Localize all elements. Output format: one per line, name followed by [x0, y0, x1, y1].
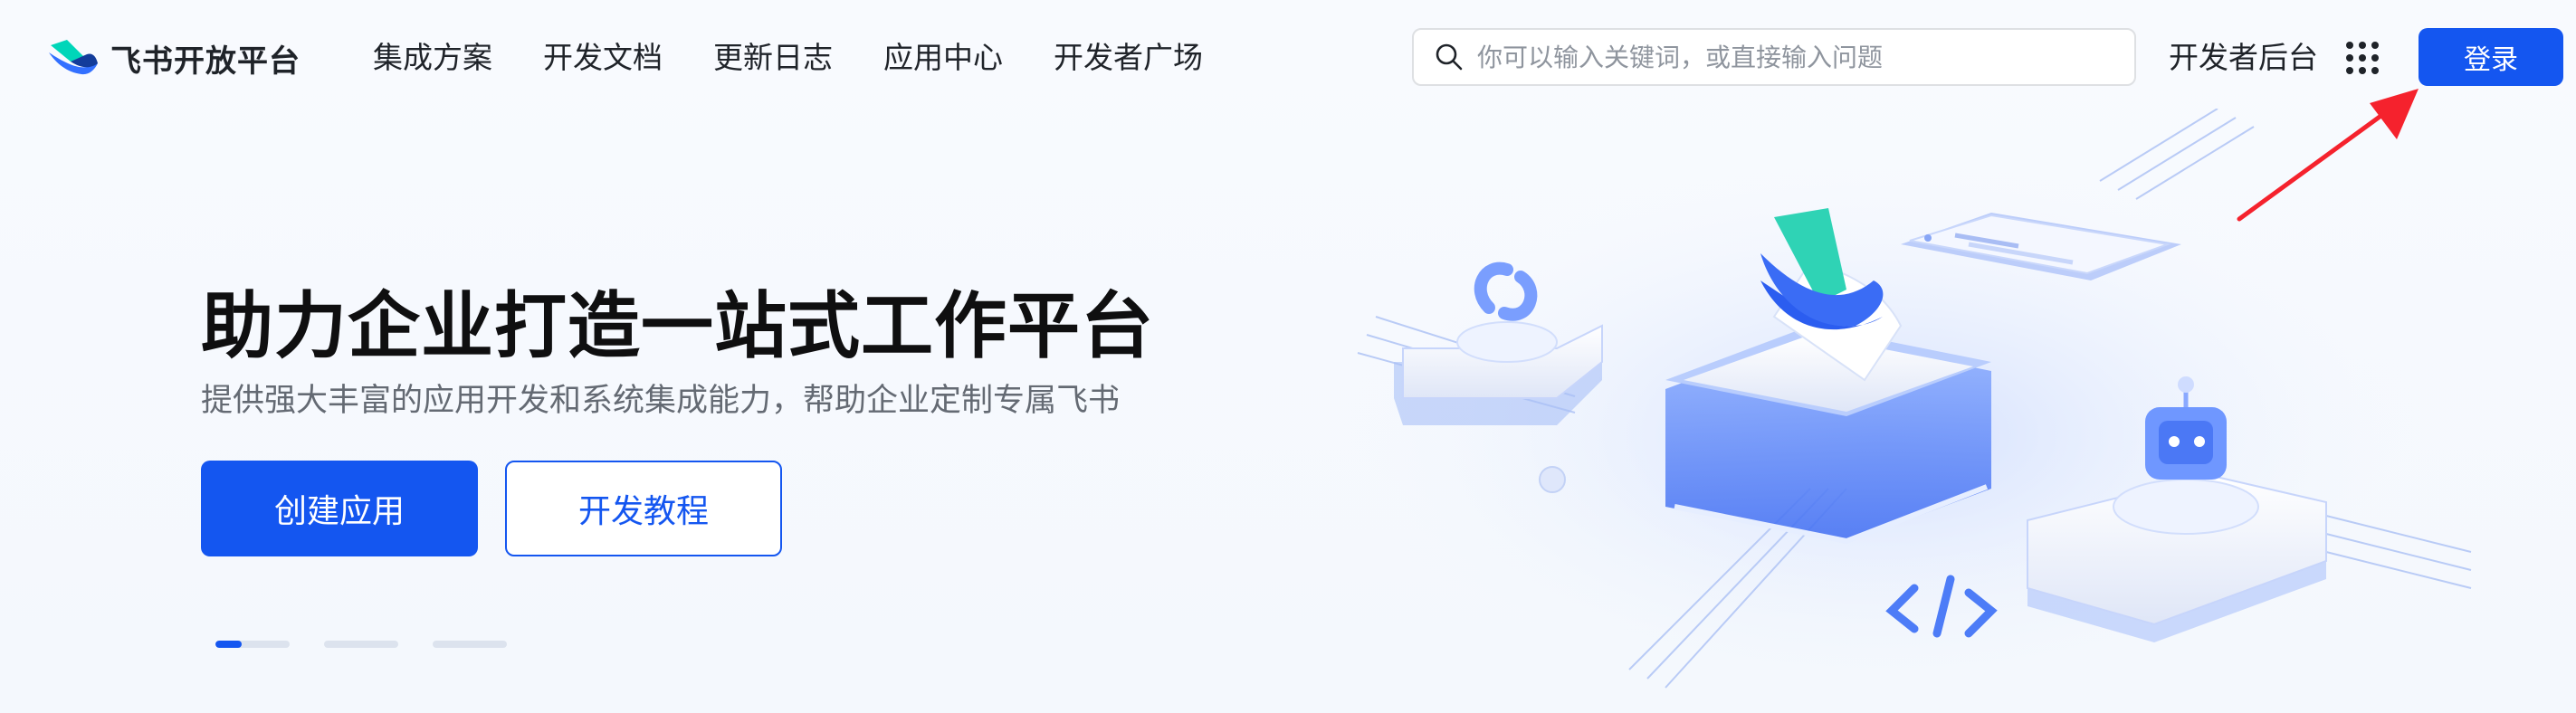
dev-backend-link[interactable]: 开发者后台: [2169, 36, 2318, 80]
grid-apps-icon[interactable]: [2344, 40, 2380, 76]
hero-subtitle: 提供强大丰富的应用开发和系统集成能力，帮助企业定制专属飞书: [201, 383, 1121, 419]
create-app-button[interactable]: 创建应用: [201, 461, 478, 556]
feishu-logo-icon: [49, 40, 98, 75]
search-input[interactable]: [1477, 42, 2111, 72]
carousel-progress: [215, 641, 242, 648]
nav-item-changelog[interactable]: 更新日志: [713, 36, 833, 80]
brand-logo[interactable]: 飞书开放平台: [47, 34, 301, 81]
search-icon: [1436, 43, 1463, 71]
carousel-dot-2[interactable]: [324, 641, 398, 648]
brand-name: 飞书开放平台: [110, 43, 301, 80]
nav-item-dev-plaza[interactable]: 开发者广场: [1054, 36, 1203, 80]
login-button[interactable]: 登录: [2419, 28, 2563, 86]
page: 飞书开放平台 集成方案 开发文档 更新日志 应用中心 开发者广场 开发者后台 登…: [0, 0, 2576, 713]
dev-tutorial-button[interactable]: 开发教程: [505, 461, 782, 556]
floating-orb: [1539, 466, 1566, 493]
top-header: 飞书开放平台 集成方案 开发文档 更新日志 应用中心 开发者广场 开发者后台 登…: [0, 0, 2576, 116]
main-nav: 集成方案 开发文档 更新日志 应用中心 开发者广场: [373, 36, 1203, 80]
nav-item-integration[interactable]: 集成方案: [373, 36, 492, 80]
search-box[interactable]: [1412, 28, 2136, 86]
carousel-dot-3[interactable]: [433, 641, 507, 648]
nav-item-app-center[interactable]: 应用中心: [883, 36, 1003, 80]
carousel-indicators: [215, 641, 507, 648]
nav-item-docs[interactable]: 开发文档: [543, 36, 663, 80]
carousel-dot-1[interactable]: [215, 641, 290, 648]
hero-illustration: [1340, 109, 2472, 706]
hero-title: 助力企业打造一站式工作平台: [201, 284, 1154, 368]
